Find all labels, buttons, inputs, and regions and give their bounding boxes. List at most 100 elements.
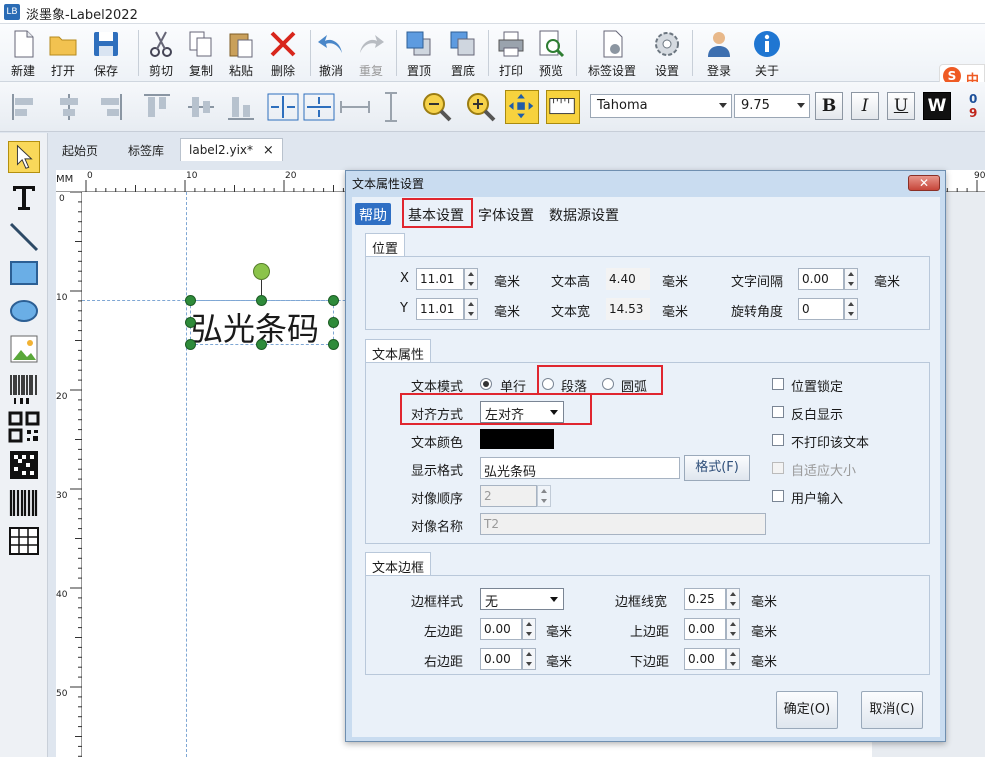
tab-label2[interactable]: label2.yix* × xyxy=(180,138,283,161)
resize-handle[interactable] xyxy=(328,295,339,306)
right-margin-spinner[interactable] xyxy=(522,648,536,670)
v-center-icon[interactable] xyxy=(302,90,336,124)
cut-button[interactable]: 剪切 xyxy=(144,26,178,80)
top-margin-spinner[interactable] xyxy=(726,618,740,640)
object-order-spinner[interactable] xyxy=(537,485,551,507)
resize-handle[interactable] xyxy=(185,339,196,350)
right-margin-input[interactable]: 0.00 xyxy=(480,648,522,670)
lock-position-checkbox[interactable] xyxy=(772,378,784,390)
select-tool[interactable] xyxy=(8,141,40,173)
v-distribute-icon[interactable] xyxy=(374,90,408,124)
format-button[interactable]: 格式(F) xyxy=(684,455,750,481)
zoom-in-icon[interactable] xyxy=(464,90,498,124)
resize-handle[interactable] xyxy=(256,295,267,306)
copy-button[interactable]: 复制 xyxy=(184,26,218,80)
line-tool[interactable] xyxy=(8,221,40,253)
pdf417-tool[interactable] xyxy=(8,487,40,519)
bottom-margin-spinner[interactable] xyxy=(726,648,740,670)
radio-single-line[interactable] xyxy=(480,378,492,390)
tab-datasource-settings[interactable]: 数据源设置 xyxy=(545,203,623,225)
align-center-icon[interactable] xyxy=(52,90,86,124)
user-input-checkbox[interactable] xyxy=(772,490,784,502)
resize-handle[interactable] xyxy=(185,295,196,306)
rotation-input[interactable]: 0 xyxy=(798,298,844,320)
resize-handle[interactable] xyxy=(256,339,267,350)
save-button[interactable]: 保存 xyxy=(86,26,126,80)
barcode-tool[interactable] xyxy=(8,373,40,405)
border-width-input[interactable]: 0.25 xyxy=(684,588,726,610)
h-distribute-icon[interactable] xyxy=(338,90,372,124)
about-button[interactable]: 关于 xyxy=(750,26,784,80)
object-order-input[interactable]: 2 xyxy=(480,485,537,507)
y-spinner[interactable] xyxy=(464,298,478,320)
font-family-select[interactable]: Tahoma xyxy=(590,94,732,118)
align-left-icon[interactable] xyxy=(8,90,42,124)
ok-button[interactable]: 确定(O) xyxy=(776,691,838,729)
resize-handle[interactable] xyxy=(185,317,196,328)
italic-button[interactable]: I xyxy=(851,92,879,120)
align-right-icon[interactable] xyxy=(92,90,126,124)
label-settings-button[interactable]: 标签设置 xyxy=(584,26,640,80)
align-middle-icon[interactable] xyxy=(184,90,218,124)
tab-help[interactable]: 帮助 xyxy=(355,203,391,225)
image-tool[interactable] xyxy=(8,333,40,365)
top-margin-input[interactable]: 0.00 xyxy=(684,618,726,640)
left-margin-input[interactable]: 0.00 xyxy=(480,618,522,640)
bottom-margin-input[interactable]: 0.00 xyxy=(684,648,726,670)
tab-label-library[interactable]: 标签库 xyxy=(120,138,172,161)
no-print-checkbox[interactable] xyxy=(772,434,784,446)
print-button[interactable]: 打印 xyxy=(494,26,528,80)
settings-button[interactable]: 设置 xyxy=(650,26,684,80)
font-size-select[interactable]: 9.75 xyxy=(734,94,810,118)
display-format-input[interactable]: 弘光条码 xyxy=(480,457,680,480)
datamatrix-tool[interactable] xyxy=(8,449,40,481)
resize-handle[interactable] xyxy=(328,339,339,350)
resize-handle[interactable] xyxy=(328,317,339,328)
tab-font-settings[interactable]: 字体设置 xyxy=(474,203,538,225)
rotate-handle[interactable] xyxy=(253,263,270,280)
new-button[interactable]: 新建 xyxy=(6,26,40,80)
redo-button[interactable]: 重复 xyxy=(354,26,388,80)
bring-front-button[interactable]: 置顶 xyxy=(402,26,436,80)
align-bottom-icon[interactable] xyxy=(224,90,258,124)
left-margin-spinner[interactable] xyxy=(522,618,536,640)
bold-button[interactable]: B xyxy=(815,92,843,120)
border-width-unit: 毫米 xyxy=(751,595,778,610)
zoom-out-icon[interactable] xyxy=(420,90,454,124)
h-center-icon[interactable] xyxy=(266,90,300,124)
border-style-select[interactable]: 无 xyxy=(480,588,564,610)
cancel-button[interactable]: 取消(C) xyxy=(861,691,923,729)
underline-button[interactable]: U xyxy=(887,92,915,120)
reverse-button[interactable]: W xyxy=(923,92,951,120)
qrcode-tool[interactable] xyxy=(8,411,40,443)
rectangle-tool[interactable] xyxy=(8,257,40,289)
rotation-spinner[interactable] xyxy=(844,298,858,320)
tab-start-page[interactable]: 起始页 xyxy=(54,138,106,161)
ellipse-tool[interactable] xyxy=(8,295,40,327)
preview-button[interactable]: 预览 xyxy=(534,26,568,80)
close-icon[interactable]: ✕ xyxy=(908,175,940,191)
fit-window-icon[interactable] xyxy=(505,90,539,124)
undo-button[interactable]: 撤消 xyxy=(314,26,348,80)
autofit-checkbox[interactable] xyxy=(772,462,784,474)
ruler-toggle-icon[interactable] xyxy=(546,90,580,124)
close-icon[interactable]: × xyxy=(263,143,274,158)
delete-button[interactable]: 删除 xyxy=(264,26,302,80)
x-input[interactable]: 11.01 xyxy=(416,268,464,290)
text-tool[interactable] xyxy=(8,181,40,213)
send-back-button[interactable]: 置底 xyxy=(446,26,480,80)
text-color-swatch[interactable] xyxy=(480,429,554,449)
align-top-icon[interactable] xyxy=(140,90,174,124)
object-name-input[interactable]: T2 xyxy=(480,513,766,535)
border-width-spinner[interactable] xyxy=(726,588,740,610)
table-tool[interactable] xyxy=(8,525,40,557)
spacing-spinner[interactable] xyxy=(844,268,858,290)
invert-checkbox[interactable] xyxy=(772,406,784,418)
format-toolbar: Tahoma 9.75 B I U W 0 9 xyxy=(0,82,985,132)
y-input[interactable]: 11.01 xyxy=(416,298,464,320)
open-button[interactable]: 打开 xyxy=(46,26,80,80)
x-spinner[interactable] xyxy=(464,268,478,290)
spacing-input[interactable]: 0.00 xyxy=(798,268,844,290)
paste-button[interactable]: 粘贴 xyxy=(224,26,258,80)
login-button[interactable]: 登录 xyxy=(702,26,736,80)
